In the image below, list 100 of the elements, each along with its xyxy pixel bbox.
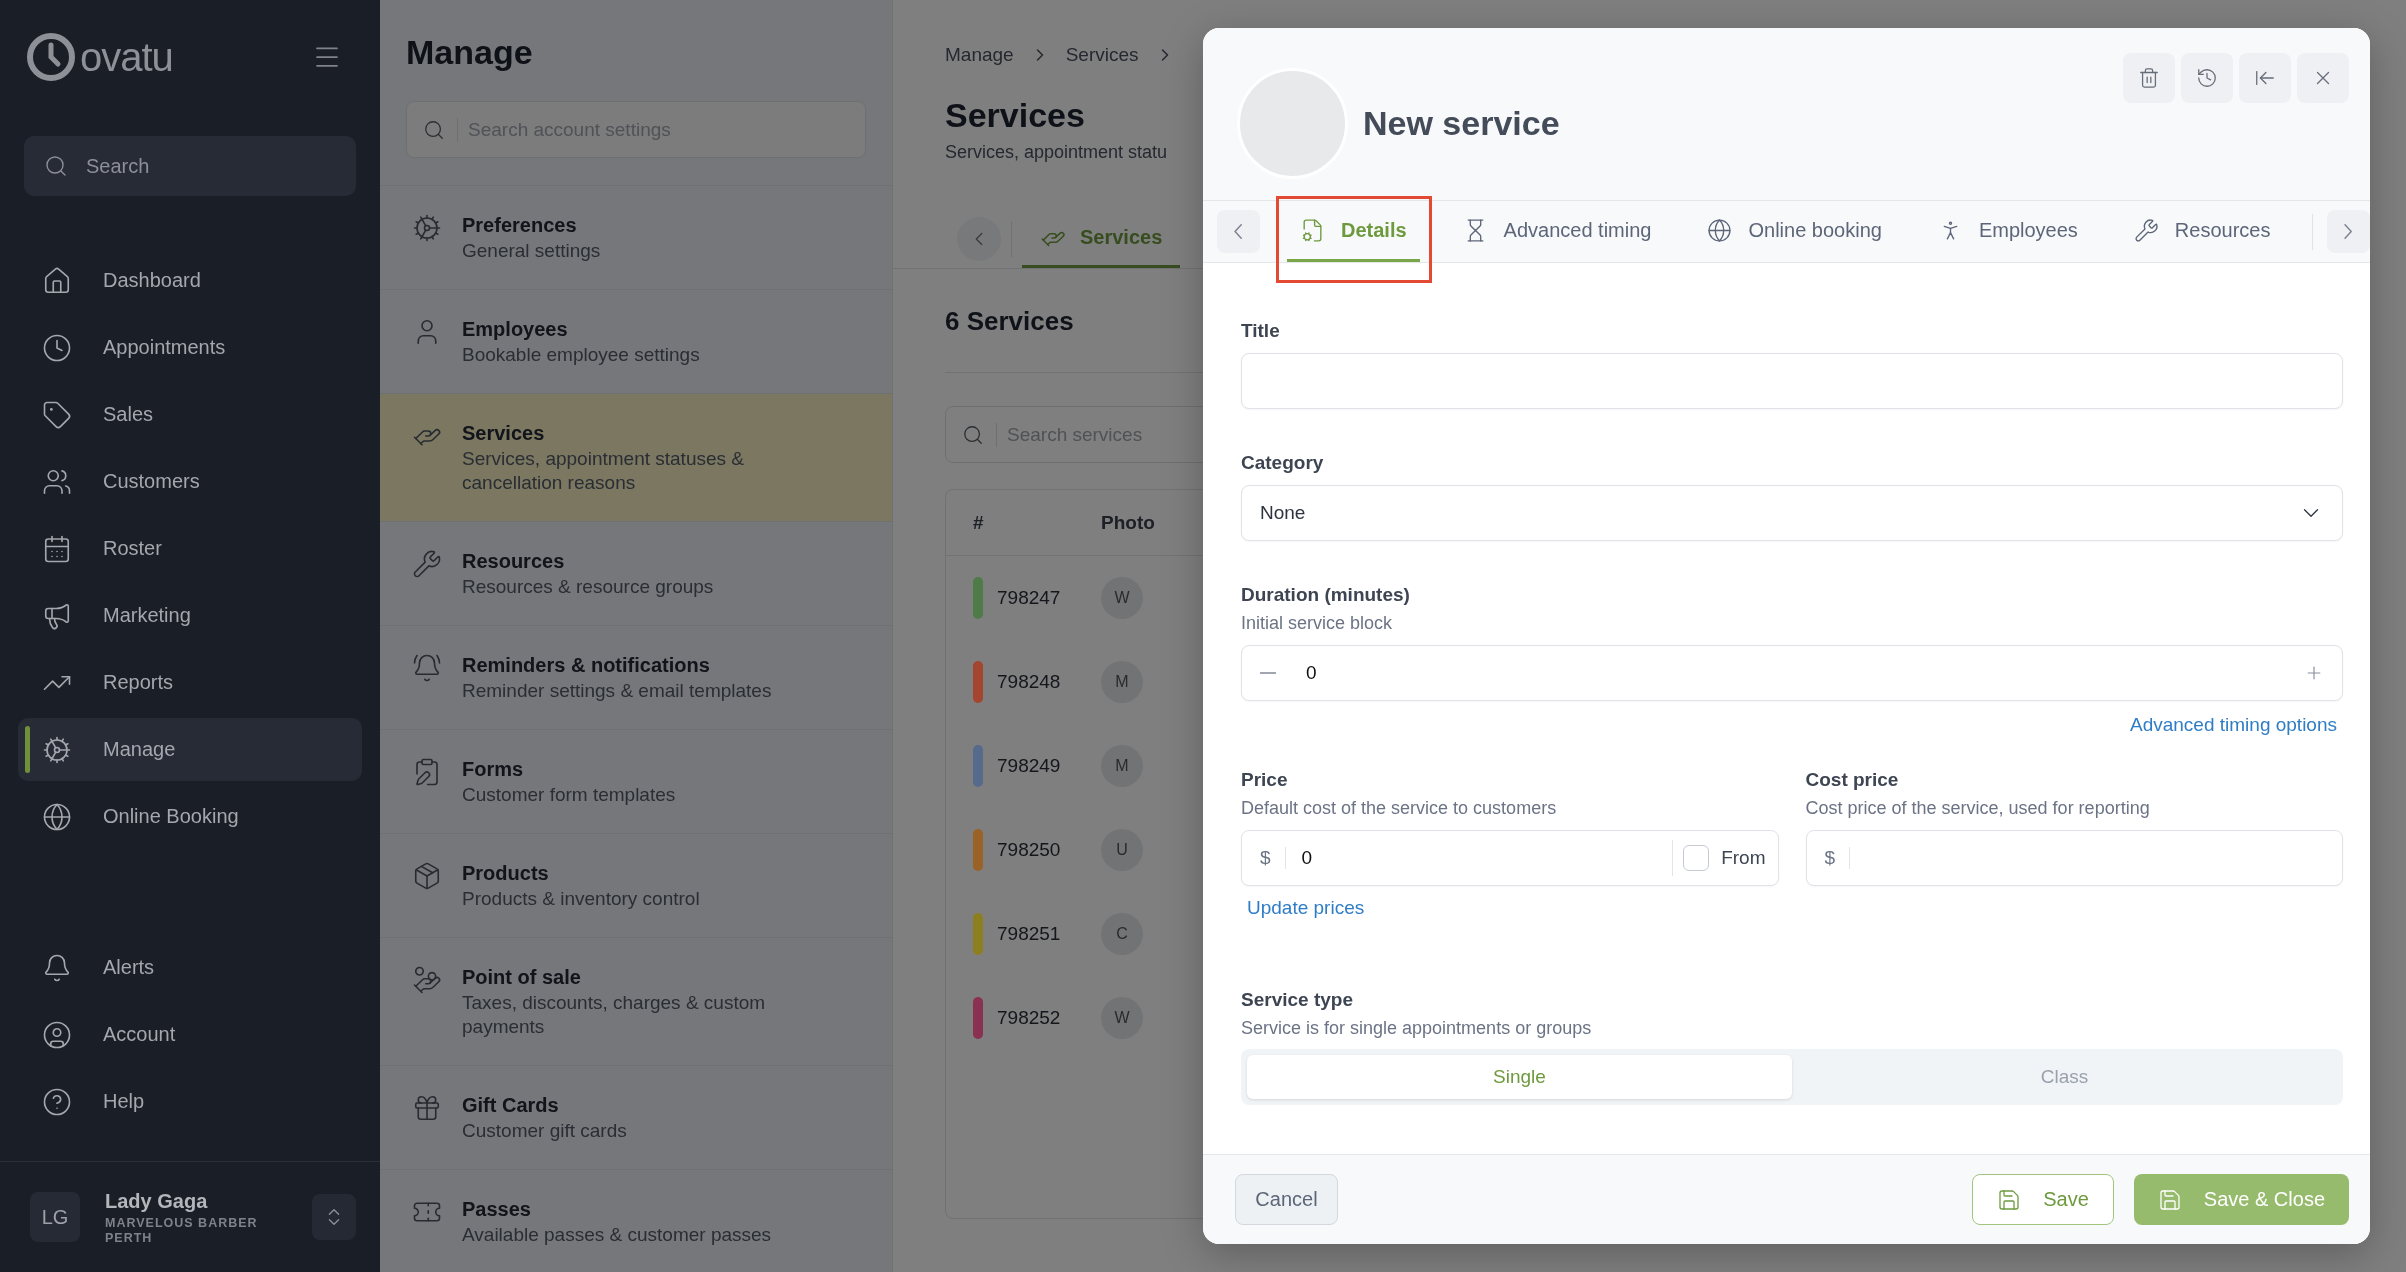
currency-symbol: $ [1260,847,1271,869]
category-select[interactable]: None [1241,485,2343,541]
trash-icon [2138,67,2160,89]
update-prices-link[interactable]: Update prices [1247,896,1365,920]
table-cell-text: 798251 [997,923,1062,945]
nav-item[interactable]: Customers [18,450,362,513]
settings-item[interactable]: Reminders & notifications Reminder settings & email templates [380,626,892,730]
column-header: # [973,511,985,534]
field-label: Title [1241,319,1281,343]
save-button[interactable]: Save [1972,1174,2114,1225]
segment-option[interactable]: Single [1247,1055,1792,1099]
tab[interactable]: Advanced timing [1449,201,1665,262]
search-field[interactable]: Search [24,136,356,196]
cost-price-field[interactable]: $ [1805,830,2343,886]
nav-item[interactable]: Alerts [18,936,362,999]
search-icon [44,154,68,178]
account-switch-button[interactable] [312,1194,356,1240]
settings-item[interactable]: Point of sale Taxes, discounts, charges & custom payments [380,938,892,1066]
field-hint: Initial service block [1241,612,1394,635]
previous-button[interactable] [957,217,1001,261]
panel-title: Manage [405,32,534,72]
search-icon [962,423,984,446]
table-cell-text: 798247 [997,587,1062,609]
document-gear-icon [1300,217,1325,243]
bell-icon [412,653,442,683]
clock-icon [42,332,72,363]
history-icon [2196,67,2218,89]
photo-avatar: C [1101,913,1143,955]
from-checkbox[interactable] [1683,845,1710,871]
nav-item[interactable]: Marketing [18,584,362,647]
table-cell-text: 798250 [997,839,1062,861]
nav-item[interactable]: Account [18,1003,362,1066]
nav-item[interactable]: Help [18,1070,362,1133]
nav-item[interactable]: Sales [18,383,362,446]
settings-item[interactable]: Products Products & inventory control [380,834,892,938]
logo-icon [26,32,76,82]
history-button[interactable] [2181,53,2233,103]
delete-button[interactable] [2123,53,2175,103]
field-hint: Default cost of the service to customers [1241,797,1558,820]
nav-item[interactable]: Manage [18,718,362,781]
modal-title: New service [1363,103,1560,143]
nav-item[interactable]: Dashboard [18,249,362,312]
cancel-button[interactable]: Cancel [1235,1174,1338,1225]
duration-input[interactable]: 0 [1304,661,2304,685]
user-icon [42,1019,72,1050]
table-cell-text: 798248 [997,671,1062,693]
field-label: Price [1241,768,1289,792]
breadcrumb-link[interactable]: Manage [945,43,1014,67]
title-input[interactable] [1241,353,2343,409]
gear-icon [42,734,72,765]
minus-icon [1260,672,1276,674]
table-cell-text: 798249 [997,755,1062,777]
page-title: Services [945,95,1085,135]
settings-item[interactable]: Forms Customer form templates [380,730,892,834]
box-icon [412,861,442,891]
collapse-button[interactable] [2239,53,2291,103]
user-name: Lady Gaga [105,1188,209,1213]
field-label: Service type [1241,988,1354,1012]
breadcrumb-link[interactable]: Services [1065,43,1139,67]
settings-item[interactable]: Services Services, appointment statuses & cancellation reasons [380,394,892,522]
tab[interactable]: Employees [1924,201,2091,262]
field-hint: Service is for single appointments or groups [1241,1017,1593,1040]
settings-item[interactable]: Passes Available passes & customer passes [380,1170,892,1272]
photo-avatar: W [1101,577,1143,619]
photo-avatar: W [1101,997,1143,1039]
search-input[interactable]: Search [84,153,353,179]
field-hint: Cost price of the service, used for reporting [1805,797,2151,820]
tag-icon [42,399,72,430]
tab[interactable]: Details [1287,201,1420,262]
logo-text: ovatu [80,34,173,80]
checkbox-label: From [1721,847,1766,869]
page-subtitle: Services, appointment statu [945,141,1168,163]
price-input[interactable]: 0 [1299,846,1673,870]
nav-item[interactable]: Roster [18,517,362,580]
settings-item[interactable]: Resources Resources & resource groups [380,522,892,626]
globe-icon [42,801,72,832]
settings-item[interactable]: Preferences General settings [380,186,892,290]
tab[interactable]: Online booking [1694,201,1895,262]
wrench-icon [412,549,442,579]
column-header: Photo [1101,511,1155,534]
nav-item[interactable]: Reports [18,651,362,714]
settings-item[interactable]: Gift Cards Customer gift cards [380,1066,892,1170]
scroll-right-button[interactable] [2327,210,2370,253]
advanced-timing-link[interactable]: Advanced timing options [2130,713,2337,737]
user-avatar: LG [30,1192,80,1242]
price-field[interactable]: $ 0 From [1241,830,1779,886]
scroll-left-button[interactable] [1217,210,1260,253]
field-label: Duration (minutes) [1241,583,1411,607]
gift-icon [412,1093,442,1123]
nav-item[interactable]: Appointments [18,316,362,379]
gear-icon [412,213,442,243]
duration-field[interactable]: 0 [1241,645,2343,701]
photo-avatar: M [1101,661,1143,703]
field-label: Cost price [1805,768,1900,792]
photo-avatar: U [1101,829,1143,871]
nav-item[interactable]: Online Booking [18,785,362,848]
close-button[interactable] [2297,53,2349,103]
tab[interactable]: Resources [2120,201,2284,262]
search-icon [423,118,445,141]
business-name: MARVELOUS BARBER PERTH [105,1215,259,1246]
